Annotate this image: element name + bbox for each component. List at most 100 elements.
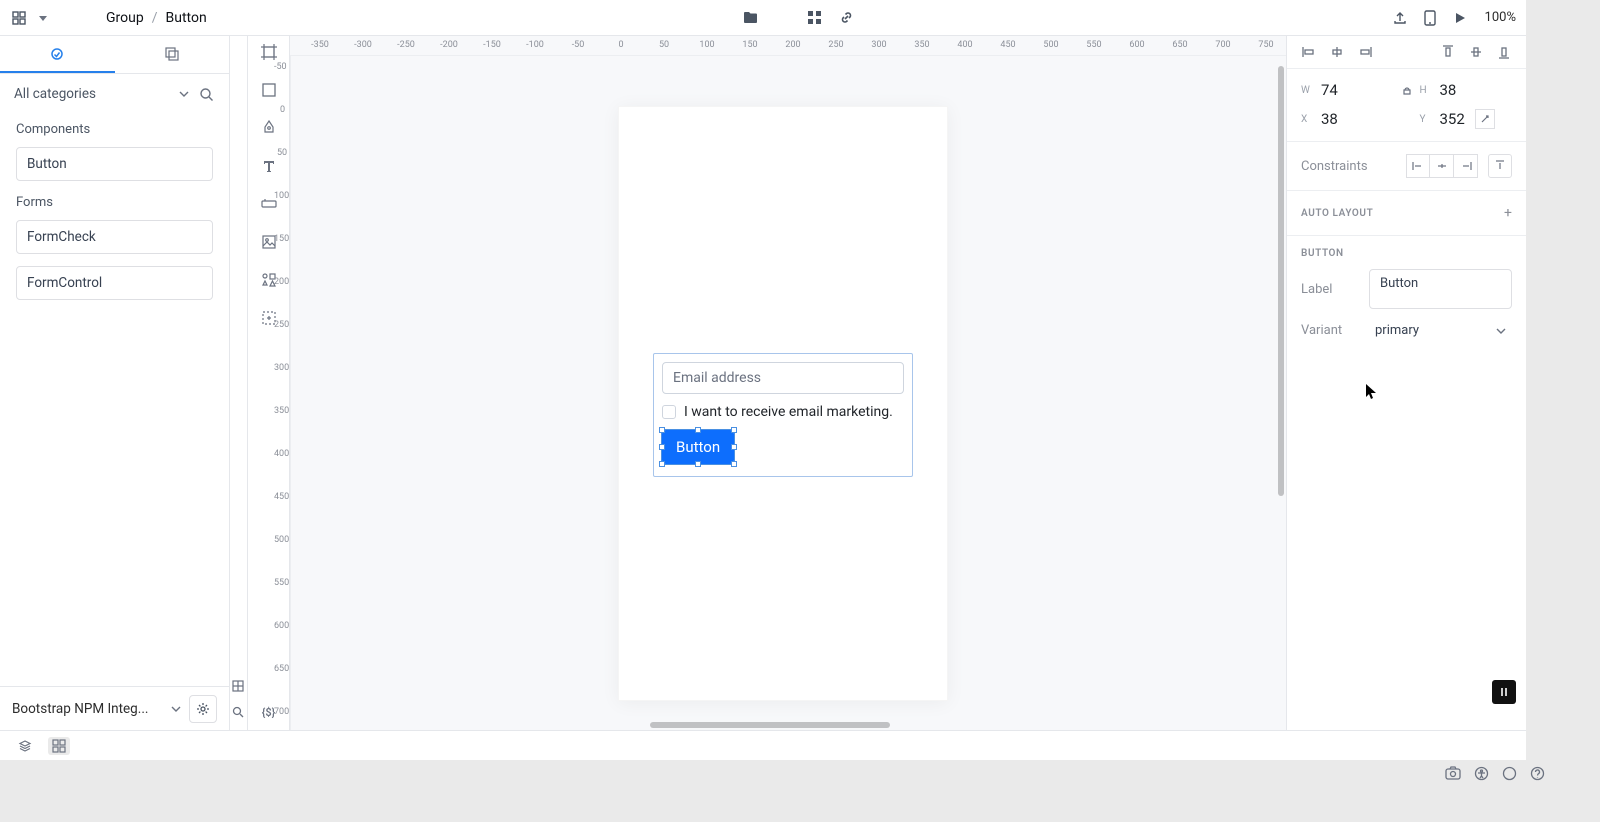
menu-grid-icon[interactable] <box>10 9 28 27</box>
prop-variant-label: Variant <box>1301 323 1357 338</box>
table-view-icon[interactable] <box>232 680 246 694</box>
canvas-scrollbar-horizontal[interactable] <box>650 722 890 728</box>
icon-tool-icon[interactable] <box>259 270 279 290</box>
ruler-tick: -300 <box>354 40 372 50</box>
category-filter[interactable]: All categories <box>14 86 189 102</box>
ruler-tick: 250 <box>828 40 843 50</box>
dim-x-value[interactable]: 38 <box>1321 110 1394 128</box>
left-panel: All categories Components Button Forms F… <box>0 36 230 730</box>
menu-chevron-icon[interactable] <box>38 13 48 23</box>
marketing-checkbox[interactable] <box>662 405 676 419</box>
image-tool-icon[interactable] <box>259 232 279 252</box>
constraint-v-icon[interactable] <box>1488 154 1512 178</box>
export-icon[interactable] <box>1391 9 1409 27</box>
zoom-level[interactable]: 100% <box>1485 10 1516 25</box>
grid-panel-toggle[interactable] <box>48 737 70 755</box>
project-select-label: Bootstrap NPM Integ... <box>12 701 148 717</box>
toggle-panel-fab[interactable] <box>1492 680 1516 704</box>
canvas-scrollbar-vertical[interactable] <box>1278 66 1284 546</box>
chevron-down-icon <box>171 704 181 714</box>
component-chip-formcontrol[interactable]: FormControl <box>16 266 213 300</box>
position-pin-icon[interactable] <box>1475 109 1495 129</box>
auto-layout-add-icon[interactable]: + <box>1504 205 1512 221</box>
dim-h-value[interactable]: 38 <box>1440 81 1513 99</box>
align-top-icon[interactable] <box>1440 44 1456 60</box>
project-select[interactable]: Bootstrap NPM Integ... <box>12 701 181 717</box>
left-section-title: Components <box>0 114 229 141</box>
dim-w-label: W <box>1301 85 1315 96</box>
dim-w-value[interactable]: 74 <box>1321 81 1394 99</box>
dim-y-value[interactable]: 352 <box>1440 109 1513 129</box>
component-tool-icon[interactable] <box>259 194 279 214</box>
dim-x-label: X <box>1301 114 1315 125</box>
lock-aspect-icon[interactable] <box>1399 82 1415 98</box>
ruler-tick: 350 <box>914 40 929 50</box>
ruler-tick: 200 <box>785 40 800 50</box>
align-bottom-icon[interactable] <box>1496 44 1512 60</box>
component-section-title: BUTTON <box>1301 248 1512 259</box>
frame-tool-icon[interactable] <box>259 42 279 62</box>
h-constraints <box>1406 154 1478 178</box>
prop-variant-value: primary <box>1375 323 1419 338</box>
dim-h-label: H <box>1420 85 1434 96</box>
gear-icon <box>196 702 210 716</box>
ruler-tick: -200 <box>440 40 458 50</box>
canvas[interactable]: -350 -300 -250 -200 -150 -100 -50 0 50 1… <box>290 36 1286 730</box>
prop-variant-select[interactable]: primary <box>1369 319 1512 342</box>
prop-label-label: Label <box>1301 282 1357 297</box>
ruler-tick: 150 <box>742 40 757 50</box>
link-icon[interactable] <box>838 9 856 27</box>
align-right-icon[interactable] <box>1357 44 1373 60</box>
folder-icon[interactable] <box>742 9 760 27</box>
email-input[interactable]: Email address <box>662 362 904 394</box>
left-gutter <box>230 36 248 730</box>
footer <box>0 730 1526 760</box>
ruler-tick: -250 <box>397 40 415 50</box>
text-tool-icon[interactable] <box>259 156 279 176</box>
rectangle-tool-icon[interactable] <box>259 80 279 100</box>
breadcrumb-item[interactable]: Button <box>166 10 207 26</box>
help-icon[interactable] <box>1528 764 1546 782</box>
search-icon[interactable] <box>197 85 215 103</box>
left-section-title: Forms <box>0 187 229 214</box>
left-tab-layers[interactable] <box>115 36 230 73</box>
components-icon[interactable] <box>806 9 824 27</box>
breadcrumb-item[interactable]: Group <box>106 10 144 26</box>
pen-tool-icon[interactable] <box>259 118 279 138</box>
artboard-frame[interactable]: Email address I want to receive email ma… <box>618 106 948 701</box>
component-chip-formcheck[interactable]: FormCheck <box>16 220 213 254</box>
ruler-tick: 100 <box>699 40 714 50</box>
constraint-right-icon[interactable] <box>1454 154 1478 178</box>
tool-strip: {$} <box>248 36 290 730</box>
selection-rect <box>661 429 735 465</box>
prop-label-input[interactable]: Button <box>1369 269 1512 309</box>
ruler-tick: 700 <box>1215 40 1230 50</box>
component-chip-button[interactable]: Button <box>16 147 213 181</box>
ruler-tick: -100 <box>526 40 544 50</box>
left-tab-components[interactable] <box>0 36 115 73</box>
chevron-down-icon <box>179 89 189 99</box>
accessibility-icon[interactable] <box>1472 764 1490 782</box>
slot-tool-icon[interactable] <box>259 308 279 328</box>
code-tool-icon[interactable]: {$} <box>259 702 279 722</box>
play-icon[interactable] <box>1451 9 1469 27</box>
settings-button[interactable] <box>189 695 217 723</box>
align-left-icon[interactable] <box>1301 44 1317 60</box>
constraint-h-center-icon[interactable] <box>1430 154 1454 178</box>
constraint-left-icon[interactable] <box>1406 154 1430 178</box>
ruler-tick: -150 <box>483 40 501 50</box>
ruler-tick: -350 <box>311 40 329 50</box>
breadcrumb: Group / Button <box>106 10 207 26</box>
status-tray <box>1444 764 1546 782</box>
auto-layout-title: AUTO LAYOUT <box>1301 208 1373 219</box>
ruler-tick: 300 <box>871 40 886 50</box>
device-icon[interactable] <box>1421 9 1439 27</box>
screenshot-icon[interactable] <box>1444 764 1462 782</box>
layers-panel-toggle[interactable] <box>14 737 36 755</box>
ruler-tick: 500 <box>1043 40 1058 50</box>
ruler-tick: 600 <box>1129 40 1144 50</box>
search-zoom-icon[interactable] <box>232 706 246 720</box>
chat-icon[interactable] <box>1500 764 1518 782</box>
align-center-v-icon[interactable] <box>1468 44 1484 60</box>
align-center-h-icon[interactable] <box>1329 44 1345 60</box>
